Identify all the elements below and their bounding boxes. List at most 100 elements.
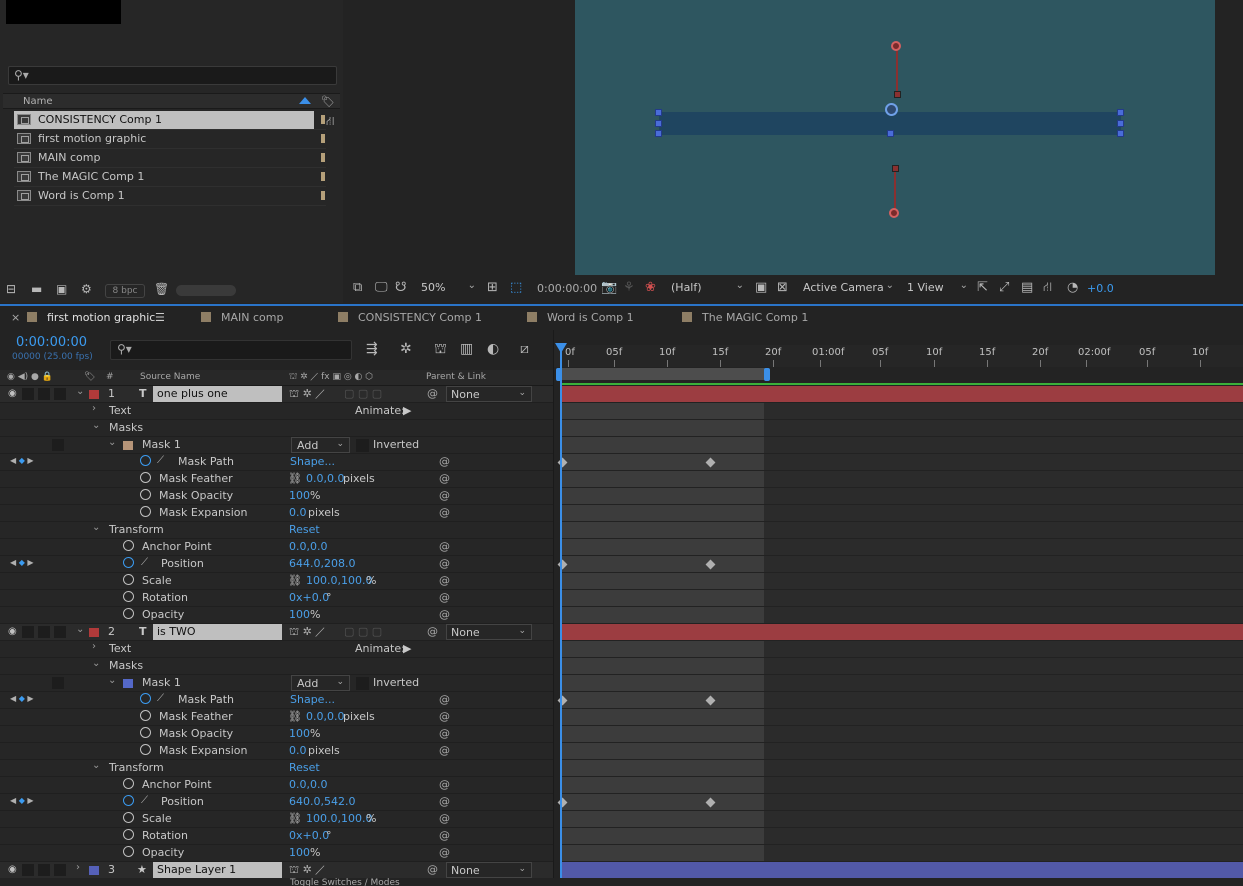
property-row[interactable]: Mask Feather ⛓ 0.0,0.0 pixels @: [0, 471, 553, 488]
parent-link-header[interactable]: Parent & Link: [426, 372, 486, 382]
expression-pick-whip-icon[interactable]: @: [439, 574, 450, 587]
constrain-proportions-icon[interactable]: ⛓: [288, 574, 302, 587]
property-row[interactable]: Rotation 0x+0.0 ° @: [0, 828, 553, 845]
expression-pick-whip-icon[interactable]: @: [439, 710, 450, 723]
exposure-value[interactable]: +0.0: [1087, 282, 1114, 295]
motion-blur-icon[interactable]: ◐: [487, 341, 499, 357]
expand-chevron-icon[interactable]: ⌄: [76, 624, 84, 635]
expand-chevron-icon[interactable]: ⌄: [92, 760, 100, 771]
monitor-icon[interactable]: 🖵: [375, 280, 388, 295]
track-row[interactable]: [562, 743, 1243, 760]
layer-switches-icons[interactable]: ⛫ ✲ ⟋: [289, 863, 325, 878]
flowchart-icon[interactable]: ⛙: [326, 114, 334, 130]
motion-keyframe-point[interactable]: [889, 208, 899, 218]
tab-first-motion-graphic[interactable]: first motion graphic: [27, 311, 155, 324]
anchor-point-value[interactable]: 0.0,0.0: [289, 778, 327, 791]
layer-duration-bar[interactable]: [562, 862, 1243, 879]
property-row[interactable]: Mask Expansion 0.0 pixels @: [0, 505, 553, 522]
graph-icon[interactable]: ⟋: [157, 455, 164, 466]
property-row[interactable]: Mask Opacity 100% @: [0, 488, 553, 505]
work-area-end-handle[interactable]: [764, 368, 770, 381]
expression-pick-whip-icon[interactable]: @: [439, 489, 450, 502]
timeline-icon[interactable]: ▤: [1021, 280, 1033, 295]
layer-row[interactable]: ◉ ⌄ 2 T is TWO ⛫ ✲ ⟋ ▢ ▢ ▢ @ None ⌄: [0, 624, 553, 641]
work-area-bar[interactable]: [560, 368, 766, 380]
property-row[interactable]: Scale ⛓ 100.0,100.0% @: [0, 811, 553, 828]
rotation-value[interactable]: 0x+0.0: [289, 829, 329, 842]
project-item[interactable]: first motion graphic: [14, 130, 325, 148]
timeline-search-input[interactable]: ⚲▾: [110, 340, 352, 360]
layer-duration-bar[interactable]: [562, 386, 1243, 403]
mask-path-value[interactable]: Shape...: [290, 455, 335, 468]
position-value[interactable]: 640.0,542.0: [289, 795, 355, 808]
bounding-handle[interactable]: [655, 120, 662, 127]
track-row[interactable]: [562, 522, 1243, 539]
tab-word-is-comp[interactable]: Word is Comp 1: [527, 311, 634, 324]
expression-pick-whip-icon[interactable]: @: [439, 455, 450, 468]
graph-icon[interactable]: ⟋: [141, 795, 148, 806]
property-row[interactable]: Opacity 100% @: [0, 845, 553, 862]
label-color-swatch[interactable]: [321, 191, 325, 200]
stopwatch-icon[interactable]: [123, 829, 134, 840]
track-row[interactable]: [562, 641, 1243, 658]
stopwatch-icon[interactable]: [140, 506, 151, 517]
snapshot-icon[interactable]: 📷: [601, 280, 617, 295]
property-row[interactable]: Mask Feather ⛓ 0.0,0.0 pixels @: [0, 709, 553, 726]
inverted-checkbox[interactable]: [356, 677, 369, 690]
track-row[interactable]: [562, 760, 1243, 777]
visibility-eye-icon[interactable]: ◉: [8, 388, 17, 399]
expand-chevron-icon[interactable]: ›: [76, 862, 80, 873]
tab-menu-icon[interactable]: ☰: [155, 311, 165, 324]
lock-toggle[interactable]: [54, 864, 66, 876]
channel-icon[interactable]: ❀: [645, 280, 656, 295]
stopwatch-icon[interactable]: [140, 472, 151, 483]
property-row[interactable]: ◀ ◆ ▶ ⟋ Position 640.0,542.0 @: [0, 794, 553, 811]
track-row[interactable]: [562, 675, 1243, 692]
bounding-handle[interactable]: [655, 130, 662, 137]
scale-value[interactable]: 100.0,100.0: [306, 574, 372, 587]
lock-toggle[interactable]: [54, 388, 66, 400]
stopwatch-icon[interactable]: [123, 812, 134, 823]
property-row[interactable]: ⌄ Transform Reset: [0, 760, 553, 777]
stopwatch-icon[interactable]: [140, 489, 151, 500]
mask-path-value[interactable]: Shape...: [290, 693, 335, 706]
graph-icon[interactable]: ⟋: [141, 557, 148, 568]
mask-mode-dropdown[interactable]: Add ⌄: [291, 437, 350, 453]
property-row[interactable]: ◀ ◆ ▶ ⟋ Mask Path Shape... @: [0, 692, 553, 709]
column-name-label[interactable]: Name: [23, 96, 53, 107]
toggle-switches-modes-button[interactable]: Toggle Switches / Modes: [290, 878, 400, 886]
position-value[interactable]: 644.0,208.0: [289, 557, 355, 570]
current-time-indicator-head[interactable]: [555, 343, 567, 353]
property-row[interactable]: ⌄ Masks: [0, 420, 553, 437]
expand-chevron-icon[interactable]: ⌄: [92, 522, 100, 533]
track-row[interactable]: [562, 539, 1243, 556]
track-row[interactable]: [562, 454, 1243, 471]
exposure-reset-icon[interactable]: ◔: [1067, 280, 1078, 295]
track-row[interactable]: [562, 505, 1243, 522]
tab-the-magic-comp[interactable]: The MAGIC Comp 1: [682, 311, 808, 324]
property-row[interactable]: ◀ ◆ ▶ ⟋ Mask Path Shape... @: [0, 454, 553, 471]
animate-menu-icon[interactable]: ▶: [403, 404, 411, 417]
animate-label[interactable]: Animate:: [355, 642, 405, 655]
viewer-timecode[interactable]: 0:00:00:00: [537, 282, 597, 295]
track-row[interactable]: [562, 471, 1243, 488]
stopwatch-icon[interactable]: [140, 455, 151, 466]
stopwatch-icon[interactable]: [123, 795, 134, 806]
expand-chevron-icon[interactable]: ⌄: [108, 437, 116, 448]
property-row[interactable]: Anchor Point 0.0,0.0 @: [0, 777, 553, 794]
view-layout-dropdown[interactable]: 1 View ⌄: [903, 280, 971, 297]
audio-toggle[interactable]: [22, 388, 34, 400]
stopwatch-icon[interactable]: [140, 744, 151, 755]
reset-link[interactable]: Reset: [289, 523, 320, 536]
expand-chevron-icon[interactable]: ⌄: [108, 675, 116, 686]
project-scrollbar[interactable]: [176, 285, 236, 296]
mask-opacity-value[interactable]: 100: [289, 727, 310, 740]
animate-menu-icon[interactable]: ▶: [403, 642, 411, 655]
solo-toggle[interactable]: [38, 626, 50, 638]
project-item[interactable]: CONSISTENCY Comp 1: [14, 111, 325, 129]
region-of-interest-icon[interactable]: ⬚: [510, 280, 522, 295]
stopwatch-icon[interactable]: [123, 608, 134, 619]
expand-chevron-icon[interactable]: ⌄: [92, 420, 100, 431]
visibility-eye-icon[interactable]: ◉: [8, 626, 17, 637]
mask-feather-value[interactable]: 0.0,0.0: [306, 710, 344, 723]
